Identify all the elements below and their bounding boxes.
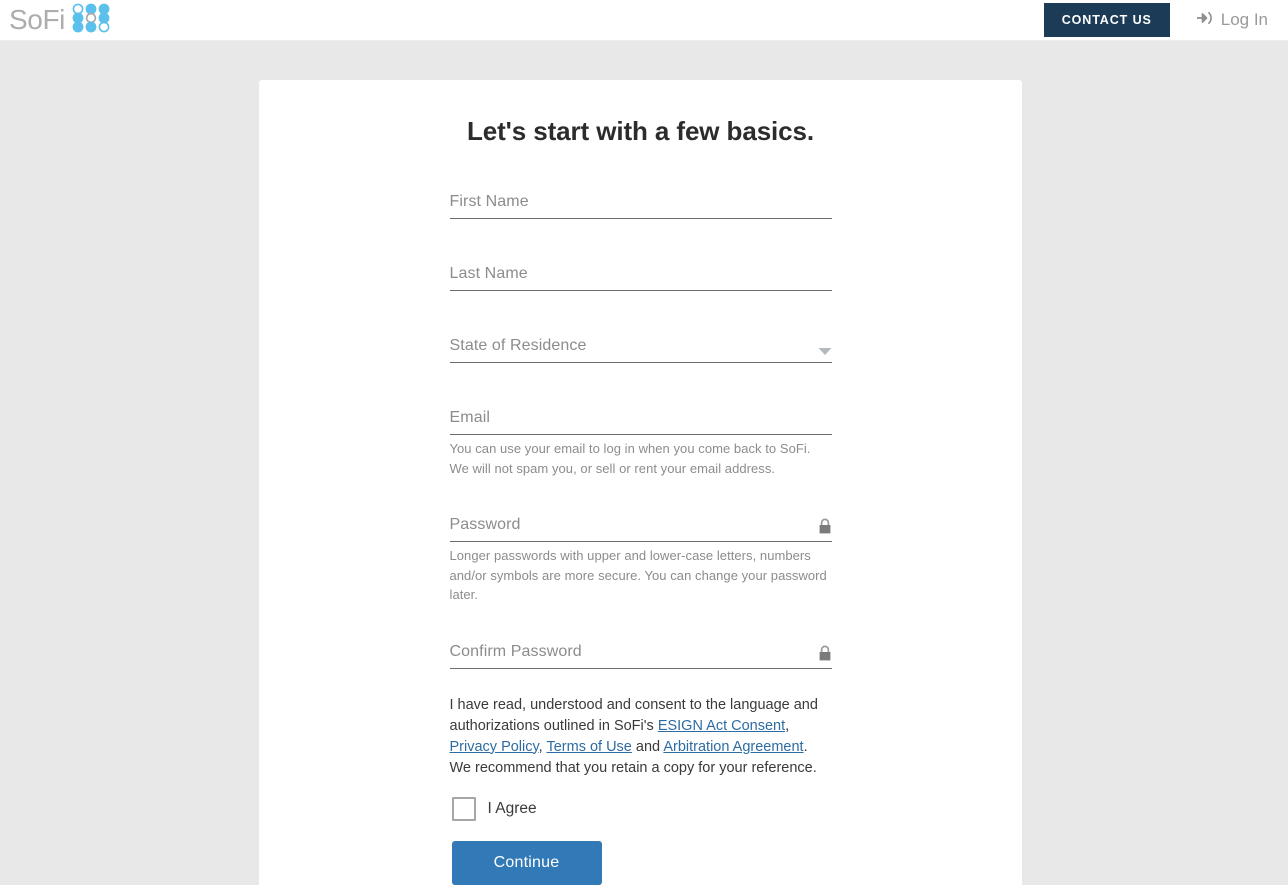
log-in-link[interactable]: Log In bbox=[1170, 9, 1288, 32]
first-name-underline: First Name bbox=[449, 191, 832, 219]
header-actions: CONTACT US Log In bbox=[1043, 0, 1288, 40]
contact-us-button[interactable]: CONTACT US bbox=[1043, 3, 1170, 37]
state-of-residence-label: State of Residence bbox=[449, 337, 587, 354]
last-name-underline: Last Name bbox=[449, 263, 832, 291]
password-helper-text: Longer passwords with upper and lower-ca… bbox=[449, 548, 827, 602]
continue-button[interactable]: Continue bbox=[451, 840, 602, 885]
signup-card: Let's start with a few basics. First Nam… bbox=[259, 80, 1022, 885]
log-in-label: Log In bbox=[1220, 10, 1268, 29]
privacy-policy-link[interactable]: Privacy Policy bbox=[450, 739, 539, 755]
state-underline: State of Residence bbox=[449, 335, 832, 363]
agree-row: I Agree bbox=[450, 796, 832, 821]
sign-in-arrow-icon bbox=[1196, 9, 1214, 32]
page-title: Let's start with a few basics. bbox=[466, 116, 815, 146]
i-agree-checkbox[interactable] bbox=[451, 796, 476, 821]
confirm-password-underline: Confirm Password bbox=[449, 641, 832, 669]
site-header: SoFi CONTACT US Log In bbox=[0, 0, 1288, 41]
password-underline: Password bbox=[449, 514, 832, 542]
consent-separator-1: , bbox=[785, 717, 790, 734]
brand-wordmark: SoFi bbox=[9, 4, 65, 35]
email-helper-text: You can use your email to log in when yo… bbox=[449, 441, 811, 476]
field-first-name: First Name bbox=[449, 191, 832, 219]
brand-logo-link[interactable]: SoFi bbox=[0, 2, 110, 38]
sofi-dot-grid-logo bbox=[72, 3, 110, 38]
signup-form-container: Let's start with a few basics. First Nam… bbox=[449, 80, 832, 885]
field-last-name: Last Name bbox=[449, 263, 832, 291]
i-agree-label[interactable]: I Agree bbox=[488, 800, 537, 818]
field-email: Email You can use your email to log in w… bbox=[449, 407, 832, 478]
field-password: Password Longer passwords with upper and… bbox=[449, 514, 832, 605]
field-state-of-residence[interactable]: State of Residence bbox=[449, 335, 832, 363]
terms-of-use-link[interactable]: Terms of Use bbox=[546, 739, 631, 755]
chevron-down-icon[interactable] bbox=[818, 347, 832, 357]
consent-separator-3: and bbox=[631, 738, 664, 755]
field-confirm-password: Confirm Password bbox=[449, 641, 832, 669]
email-underline: Email bbox=[449, 407, 832, 435]
esign-act-consent-link[interactable]: ESIGN Act Consent bbox=[658, 718, 785, 734]
consent-paragraph: I have read, understood and consent to t… bbox=[450, 695, 832, 779]
arbitration-agreement-link[interactable]: Arbitration Agreement bbox=[663, 739, 803, 755]
